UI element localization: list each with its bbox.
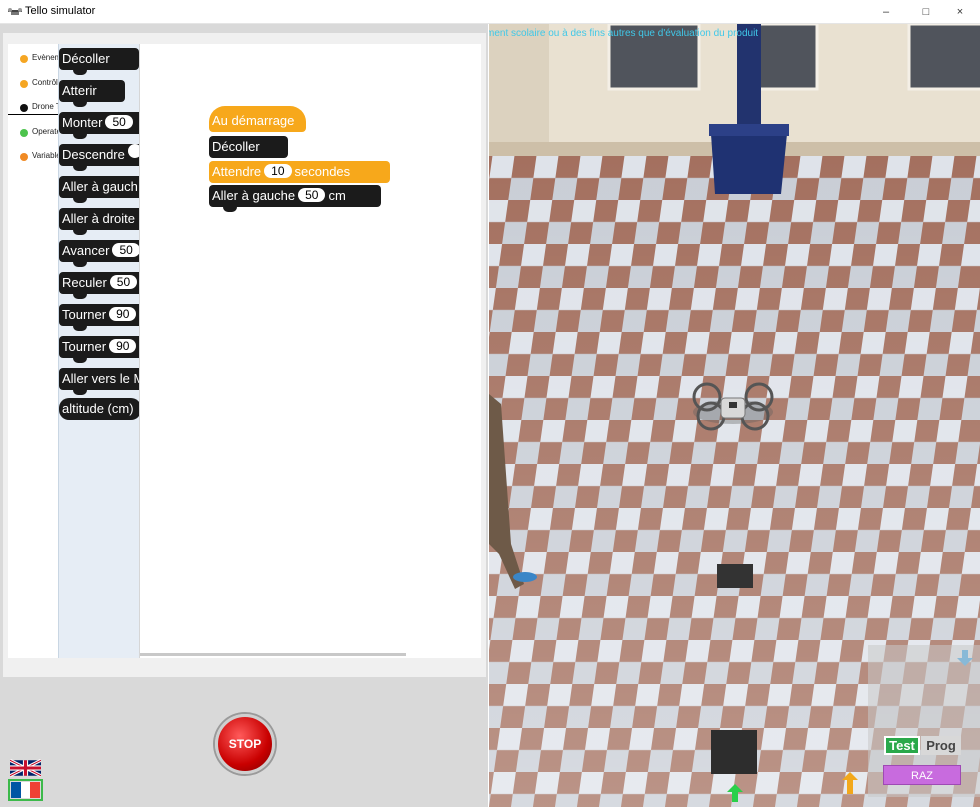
- flyout-block-down[interactable]: Descendre: [59, 144, 139, 171]
- stop-button[interactable]: STOP: [215, 714, 275, 774]
- category-drone-tello[interactable]: Drone Tello: [8, 101, 60, 115]
- block-connector: [73, 325, 87, 331]
- category-controls[interactable]: Contrôles: [8, 77, 60, 91]
- flyout-block-right[interactable]: Aller à droite: [59, 208, 139, 235]
- block-input[interactable]: 50: [109, 275, 138, 289]
- block-connector: [73, 101, 87, 107]
- block-text: Atterir: [62, 83, 97, 98]
- block-text: Au démarrage: [212, 113, 295, 128]
- block-connector: [73, 69, 87, 75]
- block-connector: [73, 165, 87, 171]
- flyout-block-altitude[interactable]: altitude (cm): [59, 398, 139, 420]
- block-input[interactable]: 90: [109, 307, 137, 321]
- block-connector: [223, 206, 237, 212]
- block-connector: [73, 133, 87, 139]
- block-input[interactable]: 90: [109, 339, 137, 353]
- test-mode-button[interactable]: Test: [884, 736, 920, 755]
- block-text: Aller à gauche: [212, 188, 296, 203]
- block-connector: [73, 357, 87, 363]
- block-on-start[interactable]: Au démarrage: [209, 106, 306, 132]
- block-text: Aller vers le M: [62, 371, 140, 386]
- block-wait[interactable]: Attendre 10 secondes: [209, 161, 390, 183]
- category-variables[interactable]: Variables: [8, 150, 60, 164]
- category-dot: [20, 104, 28, 112]
- editor-panel: Evènements Contrôles Drone Tello Operate…: [0, 24, 488, 807]
- english-flag-icon[interactable]: [10, 759, 41, 777]
- block-input[interactable]: 50: [112, 243, 139, 257]
- program-canvas[interactable]: Au démarrage Décoller Attendre 10 secondes…: [140, 44, 481, 658]
- category-dot: [20, 153, 28, 161]
- french-flag-icon: [11, 782, 41, 798]
- flyout-block-forward[interactable]: Avancer 50: [59, 240, 139, 267]
- block-text: Reculer: [62, 275, 107, 290]
- horizontal-scrollbar[interactable]: [140, 653, 406, 656]
- flyout-block-goto[interactable]: Aller vers le M: [59, 368, 140, 395]
- flyout-block-left[interactable]: Aller à gauch: [59, 176, 139, 203]
- category-dot: [20, 55, 28, 63]
- category-events[interactable]: Evènements: [8, 52, 60, 66]
- block-text: Aller à gauch: [62, 179, 138, 194]
- wait-input[interactable]: 10: [264, 164, 292, 178]
- block-connector: [73, 197, 87, 203]
- block-text: Avancer: [62, 243, 110, 258]
- block-text: Décoller: [62, 51, 110, 66]
- flyout-block-up[interactable]: Monter 50: [59, 112, 139, 139]
- flyout-block-takeoff[interactable]: Décoller: [59, 48, 139, 75]
- block-text: Décoller: [212, 139, 260, 154]
- category-dot: [20, 80, 28, 88]
- flyout-block-turn-cw[interactable]: Tourner 90: [59, 304, 139, 331]
- close-button[interactable]: ×: [940, 3, 980, 21]
- flyout-block-land[interactable]: Atterir: [59, 80, 125, 107]
- license-watermark: ment scolaire ou à des fins autres que d…: [489, 28, 759, 39]
- block-unit: secondes: [294, 164, 351, 179]
- block-text: Tourner: [62, 307, 107, 322]
- block-connector: [73, 293, 87, 299]
- block-text: altitude (cm): [62, 401, 134, 416]
- block-text: Aller à droite: [62, 211, 135, 226]
- distance-input[interactable]: 50: [298, 188, 326, 202]
- block-unit: cm: [328, 188, 346, 203]
- reset-button[interactable]: RAZ: [883, 765, 961, 785]
- prog-mode-button[interactable]: Prog: [921, 736, 961, 755]
- block-text: Descendre: [62, 147, 125, 162]
- category-label: Drone Tello: [32, 102, 60, 111]
- mode-panel: Test Prog RAZ: [868, 645, 980, 797]
- block-move-left[interactable]: Aller à gauche 50 cm: [209, 185, 381, 212]
- category-dot: [20, 129, 28, 137]
- category-label: Operateurs: [32, 127, 60, 136]
- block-input[interactable]: [127, 144, 139, 158]
- minimize-button[interactable]: –: [866, 3, 906, 21]
- block-takeoff[interactable]: Décoller: [209, 136, 288, 158]
- simulation-view[interactable]: ment scolaire ou à des fins autres que d…: [489, 24, 980, 807]
- toolbox: Evènements Contrôles Drone Tello Operate…: [8, 44, 60, 658]
- block-connector: [73, 261, 87, 267]
- block-flyout: Décoller Atterir Monter 50 Descendre Alle…: [58, 44, 140, 658]
- block-text: Attendre: [212, 164, 262, 179]
- workspace-frame: Evènements Contrôles Drone Tello Operate…: [3, 33, 486, 677]
- block-text: Monter: [62, 115, 103, 130]
- flyout-block-back[interactable]: Reculer 50: [59, 272, 139, 299]
- block-input[interactable]: 50: [105, 115, 133, 129]
- block-connector: [73, 229, 87, 235]
- french-flag-selected[interactable]: [8, 779, 43, 801]
- drone-app-icon: [8, 8, 22, 15]
- window-title: Tello simulator: [25, 5, 96, 17]
- title-bar: Tello simulator – □ ×: [0, 0, 980, 24]
- category-label: Contrôles: [32, 78, 60, 87]
- block-connector: [73, 389, 87, 395]
- flyout-block-turn-ccw[interactable]: Tourner 90: [59, 336, 139, 363]
- block-text: Tourner: [62, 339, 107, 354]
- category-label: Evènements: [32, 53, 60, 62]
- category-operators[interactable]: Operateurs: [8, 126, 60, 140]
- category-label: Variables: [32, 151, 60, 160]
